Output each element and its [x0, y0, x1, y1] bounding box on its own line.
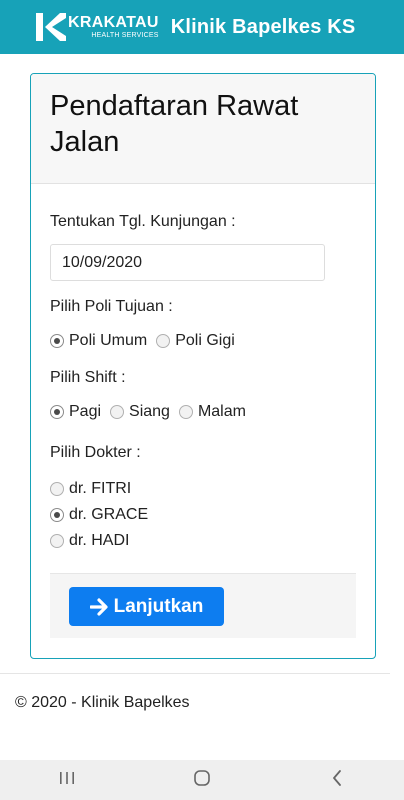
doctor-radio-group: dr. FITRI dr. GRACE dr. HADI	[50, 476, 356, 554]
shift-option-siang[interactable]: Siang	[110, 403, 170, 421]
home-button[interactable]	[172, 760, 232, 800]
radio-unchecked-icon[interactable]	[178, 405, 193, 419]
arrow-right-icon	[89, 597, 110, 616]
back-button[interactable]	[307, 760, 367, 800]
radio-unchecked-icon[interactable]	[50, 534, 64, 548]
back-icon	[331, 769, 343, 791]
card-body: Tentukan Tgl. Kunjungan : Pilih Poli Tuj…	[31, 184, 375, 554]
card-footer: Lanjutkan	[50, 573, 356, 638]
continue-button-label: Lanjutkan	[113, 595, 204, 617]
radio-label: dr. FITRI	[69, 480, 132, 497]
poli-label: Pilih Poli Tujuan :	[50, 298, 173, 315]
poli-option-gigi[interactable]: Poli Gigi	[156, 332, 235, 350]
radio-checked-icon[interactable]	[50, 405, 64, 419]
radio-label: dr. GRACE	[69, 506, 149, 523]
brand-logo[interactable]: KRAKATAU HEALTH SERVICES	[36, 12, 159, 42]
footer-divider	[0, 673, 390, 674]
radio-label: Siang	[129, 403, 170, 420]
shift-label: Pilih Shift :	[50, 369, 126, 386]
system-navigation-bar	[0, 760, 404, 800]
brand-subtitle: HEALTH SERVICES	[91, 32, 159, 39]
poli-radio-group: Poli Umum Poli Gigi	[50, 332, 356, 350]
radio-label: Poli Gigi	[175, 332, 235, 349]
doctor-option-fitri[interactable]: dr. FITRI	[50, 476, 347, 502]
poli-option-umum[interactable]: Poli Umum	[50, 332, 147, 350]
radio-unchecked-icon[interactable]	[156, 334, 171, 348]
krakatau-logo-icon	[36, 12, 66, 42]
copyright-text: © 2020 - Klinik Bapelkes	[15, 694, 190, 711]
app-title[interactable]: Klinik Bapelkes KS	[171, 16, 356, 39]
top-navbar: KRAKATAU HEALTH SERVICES Klinik Bapelkes…	[0, 0, 404, 54]
doctor-option-grace[interactable]: dr. GRACE	[50, 502, 347, 528]
date-label: Tentukan Tgl. Kunjungan :	[50, 213, 236, 230]
radio-checked-icon[interactable]	[50, 508, 64, 522]
radio-label: Poli Umum	[69, 332, 148, 349]
recent-apps-icon	[59, 771, 75, 790]
page-title: Pendaftaran Rawat Jalan	[50, 90, 299, 158]
recent-apps-button[interactable]	[37, 760, 97, 800]
radio-unchecked-icon[interactable]	[50, 482, 64, 496]
registration-card: Pendaftaran Rawat Jalan Tentukan Tgl. Ku…	[30, 73, 376, 659]
card-header: Pendaftaran Rawat Jalan	[31, 74, 375, 184]
shift-option-pagi[interactable]: Pagi	[50, 403, 101, 421]
radio-label: Pagi	[69, 403, 102, 420]
visit-date-input[interactable]	[50, 244, 325, 281]
brand-name: KRAKATAU	[68, 14, 159, 31]
radio-checked-icon[interactable]	[50, 334, 64, 348]
shift-radio-group: Pagi Siang Malam	[50, 403, 356, 421]
radio-unchecked-icon[interactable]	[110, 405, 125, 419]
radio-label: dr. HADI	[69, 532, 130, 549]
radio-label: Malam	[197, 403, 246, 420]
home-icon	[193, 769, 211, 792]
doctor-option-hadi[interactable]: dr. HADI	[50, 528, 347, 554]
shift-option-malam[interactable]: Malam	[178, 403, 246, 421]
doctor-label: Pilih Dokter :	[50, 444, 141, 461]
continue-button[interactable]: Lanjutkan	[69, 587, 224, 626]
